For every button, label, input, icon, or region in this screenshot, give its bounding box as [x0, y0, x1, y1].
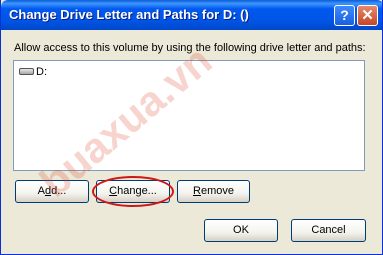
- add-button-label-end: d...: [51, 185, 67, 197]
- highlight-annotation: [92, 176, 174, 207]
- title-bar[interactable]: Change Drive Letter and Paths for D: () …: [1, 0, 382, 30]
- add-button-label-start: A: [37, 185, 45, 197]
- help-icon: ?: [340, 7, 349, 23]
- close-icon: ✕: [361, 7, 374, 24]
- ok-button[interactable]: OK: [204, 219, 278, 242]
- dialog-window: Change Drive Letter and Paths for D: () …: [0, 0, 383, 255]
- remove-button-label-end: emove: [200, 185, 234, 197]
- ok-button-label: OK: [233, 224, 249, 236]
- list-item-label: D:: [36, 66, 47, 78]
- remove-button[interactable]: Remove: [177, 180, 250, 203]
- remove-button-accelerator: R: [193, 185, 201, 197]
- help-button[interactable]: ?: [334, 5, 355, 26]
- close-button[interactable]: ✕: [357, 5, 378, 26]
- drive-paths-list[interactable]: D:: [13, 60, 365, 171]
- instruction-text: Allow access to this volume by using the…: [14, 42, 366, 54]
- list-item[interactable]: D:: [19, 66, 47, 80]
- window-title: Change Drive Letter and Paths for D: (): [9, 7, 249, 22]
- drive-icon: [19, 67, 34, 75]
- cancel-button[interactable]: Cancel: [291, 219, 366, 242]
- add-button[interactable]: Add...: [15, 180, 89, 203]
- cancel-button-label: Cancel: [311, 224, 346, 236]
